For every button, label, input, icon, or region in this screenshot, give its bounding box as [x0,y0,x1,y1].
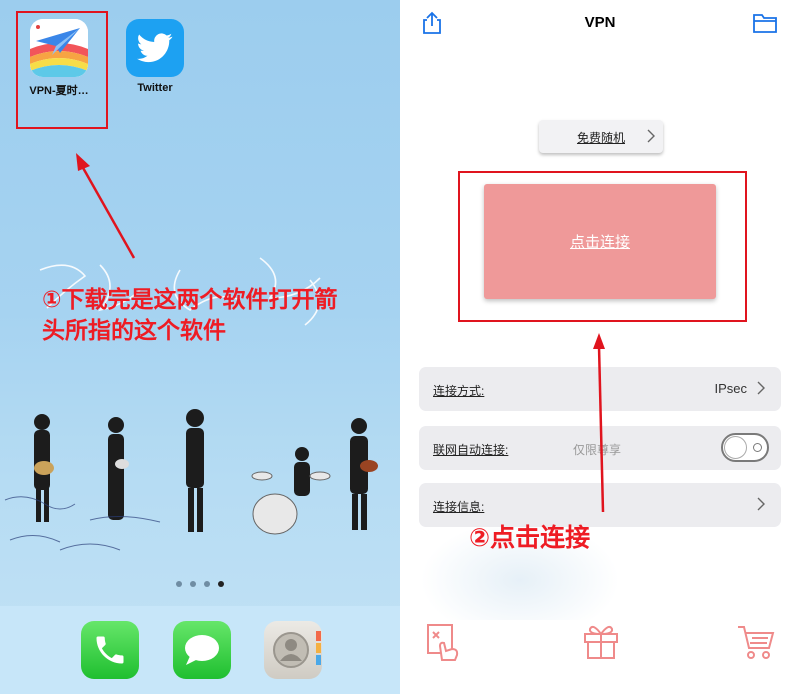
page-dot [176,581,182,587]
iphone-home-screen: VPN-夏时… Twitter ①下载完是这两个软件打开箭头所指的这个软件 [0,0,400,694]
messages-icon [185,635,219,665]
step1-instruction: ①下载完是这两个软件打开箭头所指的这个软件 [42,286,338,343]
messages-app[interactable] [173,621,231,679]
page-dot [190,581,196,587]
step2-instruction: ②点击连接 [469,524,591,552]
cart-icon [738,626,775,659]
feedback-button[interactable] [422,620,464,662]
contacts-app[interactable] [264,621,322,679]
dock [0,606,400,694]
page-dot-active [218,581,224,587]
gift-icon [584,625,618,659]
phone-icon [96,636,124,664]
gift-button[interactable] [580,620,622,662]
cart-button[interactable] [735,620,777,662]
phone-app[interactable] [81,621,139,679]
page-dot [204,581,210,587]
contacts-icon [273,631,321,668]
feedback-icon [427,624,459,661]
page-indicator [176,581,224,587]
vpn-app-screen: VPN 免费随机 点击连接 连接方式: IPsec 联网自动连接: 仅限尊享 连… [400,0,795,694]
annotation-arrow-up [593,333,605,513]
